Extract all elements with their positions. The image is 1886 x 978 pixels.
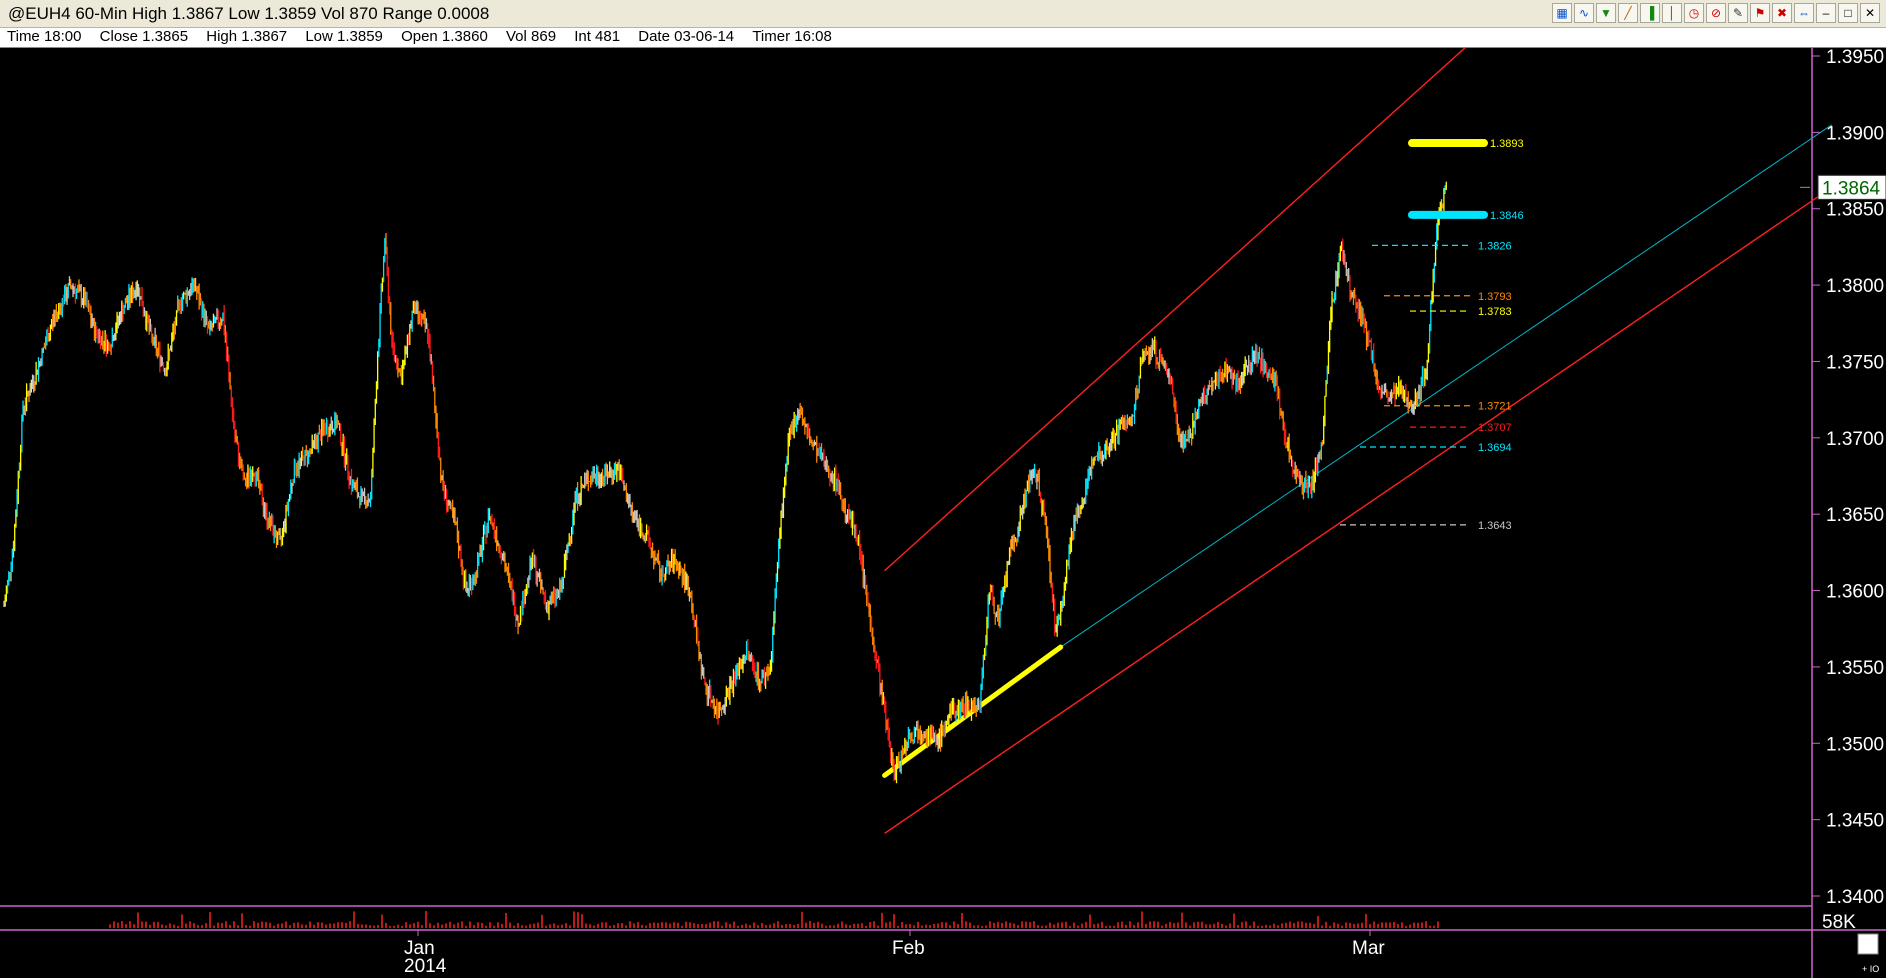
y-tick-label: 1.3600 bbox=[1826, 582, 1884, 603]
level-label: 1.3721 bbox=[1478, 401, 1512, 413]
level-label: 1.3793 bbox=[1478, 291, 1512, 303]
y-tick-label: 1.3400 bbox=[1826, 887, 1884, 908]
window-title: @EUH4 60-Min High 1.3867 Low 1.3859 Vol … bbox=[8, 4, 490, 23]
y-tick-label: 1.3750 bbox=[1826, 352, 1884, 373]
restore-icon[interactable]: □ bbox=[1838, 3, 1858, 23]
y-tick-label: 1.3800 bbox=[1826, 276, 1884, 297]
line-draw-icon[interactable]: ╱ bbox=[1618, 3, 1638, 23]
volume-axis-label: 58K bbox=[1822, 912, 1856, 933]
level-label: 1.3893 bbox=[1490, 138, 1524, 150]
info-timer: Timer 16:08 bbox=[752, 28, 832, 45]
level-label: 1.3826 bbox=[1478, 240, 1512, 252]
chart-type-icon[interactable]: ▦ bbox=[1552, 3, 1572, 23]
level-label: 1.3707 bbox=[1478, 422, 1512, 434]
bar-chart-icon[interactable]: ▐ bbox=[1640, 3, 1660, 23]
minimize-icon[interactable]: – bbox=[1816, 3, 1836, 23]
y-tick-label: 1.3650 bbox=[1826, 505, 1884, 526]
info-open: Open 1.3860 bbox=[401, 28, 488, 45]
filter-icon[interactable]: ▼ bbox=[1596, 3, 1616, 23]
info-time: Time 18:00 bbox=[7, 28, 82, 45]
y-tick-label: 1.3900 bbox=[1826, 123, 1884, 144]
x-tick-label: Mar bbox=[1352, 938, 1385, 959]
y-tick-label: 1.3500 bbox=[1826, 734, 1884, 755]
level-label: 1.3694 bbox=[1478, 442, 1512, 454]
y-tick-label: 1.3850 bbox=[1826, 200, 1884, 221]
zoom-box bbox=[1857, 933, 1879, 955]
current-price-label: 1.3864 bbox=[1822, 178, 1881, 199]
toolbar: ▦ ∿ ▼ ╱ ▐ │ ◷ ⊘ ✎ ⚑ ✖ ⇔ – □ ✕ bbox=[1552, 3, 1880, 23]
title-bar: @EUH4 60-Min High 1.3867 Low 1.3859 Vol … bbox=[0, 0, 1886, 28]
pencil-icon[interactable]: ✎ bbox=[1728, 3, 1748, 23]
info-close: Close 1.3865 bbox=[99, 28, 189, 45]
y-tick-label: 1.3950 bbox=[1826, 48, 1884, 68]
wave-icon[interactable]: ∿ bbox=[1574, 3, 1594, 23]
info-high: High 1.3867 bbox=[206, 28, 288, 45]
info-date: Date 03-06-14 bbox=[638, 28, 735, 45]
level-label: 1.3783 bbox=[1478, 306, 1512, 318]
level-label: 1.3643 bbox=[1478, 520, 1512, 532]
candle-icon[interactable]: │ bbox=[1662, 3, 1682, 23]
no-entry-icon[interactable]: ⊘ bbox=[1706, 3, 1726, 23]
x-tick-label: Feb bbox=[892, 938, 925, 959]
y-tick-label: 1.3450 bbox=[1826, 811, 1884, 832]
level-label: 1.3846 bbox=[1490, 210, 1524, 222]
price-chart[interactable]: 1.3950 1.3900 1.3850 1.3800 1.3750 1.3700 1.36… bbox=[0, 48, 1886, 978]
delete-icon[interactable]: ✖ bbox=[1772, 3, 1792, 23]
chart-window: @EUH4 60-Min High 1.3867 Low 1.3859 Vol … bbox=[0, 0, 1886, 978]
close-icon[interactable]: ✕ bbox=[1860, 3, 1880, 23]
y-tick-label: 1.3550 bbox=[1826, 658, 1884, 679]
info-low: Low 1.3859 bbox=[305, 28, 383, 45]
clock-icon[interactable]: ◷ bbox=[1684, 3, 1704, 23]
x-tick-label: 2014 bbox=[404, 956, 447, 977]
scroll-icon[interactable]: ⇔ bbox=[1794, 3, 1814, 23]
info-vol: Vol 869 bbox=[505, 28, 557, 45]
info-int: Int 481 bbox=[574, 28, 621, 45]
zoom-label: + IO bbox=[1862, 964, 1879, 974]
chart-background bbox=[0, 48, 1886, 978]
flag-icon[interactable]: ⚑ bbox=[1750, 3, 1770, 23]
data-info-bar: Time 18:00 Close 1.3865 High 1.3867 Low … bbox=[0, 28, 1886, 48]
y-tick-label: 1.3700 bbox=[1826, 429, 1884, 450]
